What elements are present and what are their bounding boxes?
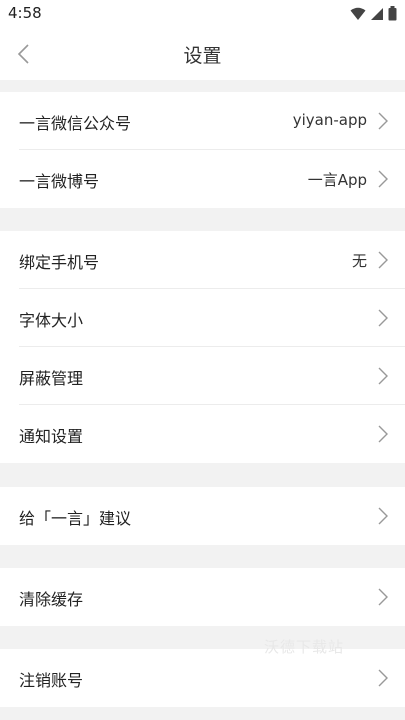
settings-item-weibo[interactable]: 一言微博号 一言App xyxy=(0,150,405,208)
header: 设置 xyxy=(0,28,405,80)
settings-item-value: 一言App xyxy=(307,171,367,189)
battery-icon xyxy=(388,6,397,21)
settings-item-label: 绑定手机号 xyxy=(19,253,100,272)
chevron-right-icon xyxy=(378,112,388,130)
settings-item-label: 一言微博号 xyxy=(19,172,100,191)
chevron-right-icon xyxy=(378,669,388,687)
chevron-right-icon xyxy=(378,170,388,188)
status-icons xyxy=(350,6,397,21)
settings-item-value: yiyan-app xyxy=(292,111,367,129)
settings-item-font-size[interactable]: 字体大小 xyxy=(0,289,405,347)
settings-group-feedback: 给「一言」建议 xyxy=(0,487,405,545)
chevron-right-icon xyxy=(378,425,388,443)
settings-item-notifications[interactable]: 通知设置 xyxy=(0,405,405,463)
chevron-right-icon xyxy=(378,251,388,269)
settings-item-label: 字体大小 xyxy=(19,311,84,330)
settings-item-label: 给「一言」建议 xyxy=(19,509,132,528)
settings-item-wechat[interactable]: 一言微信公众号 yiyan-app xyxy=(0,92,405,150)
settings-group-cache: 清除缓存 xyxy=(0,568,405,626)
settings-item-label: 注销账号 xyxy=(19,671,84,690)
chevron-right-icon xyxy=(378,367,388,385)
settings-item-label: 清除缓存 xyxy=(19,590,84,609)
chevron-right-icon xyxy=(378,309,388,327)
settings-item-block-manage[interactable]: 屏蔽管理 xyxy=(0,347,405,405)
settings-item-clear-cache[interactable]: 清除缓存 xyxy=(0,568,405,626)
watermark: 沃德下载站 xyxy=(264,638,345,656)
chevron-right-icon xyxy=(378,507,388,525)
settings-group-deactivate: 注销账号 xyxy=(0,649,405,707)
wifi-icon xyxy=(350,7,366,20)
status-time: 4:58 xyxy=(8,4,42,22)
settings-item-deactivate[interactable]: 注销账号 xyxy=(0,649,405,707)
settings-item-label: 屏蔽管理 xyxy=(19,369,84,388)
page-title: 设置 xyxy=(183,45,222,67)
settings-item-value: 无 xyxy=(351,252,367,270)
settings-item-label: 通知设置 xyxy=(19,427,84,446)
settings-item-label: 一言微信公众号 xyxy=(19,114,132,133)
settings-group-account: 绑定手机号 无 字体大小 屏蔽管理 通知设置 xyxy=(0,231,405,463)
settings-group-social: 一言微信公众号 yiyan-app 一言微博号 一言App xyxy=(0,92,405,208)
signal-icon xyxy=(371,7,383,20)
settings-item-bind-phone[interactable]: 绑定手机号 无 xyxy=(0,231,405,289)
settings-item-feedback[interactable]: 给「一言」建议 xyxy=(0,487,405,545)
status-bar: 4:58 xyxy=(0,0,405,28)
chevron-right-icon xyxy=(378,588,388,606)
